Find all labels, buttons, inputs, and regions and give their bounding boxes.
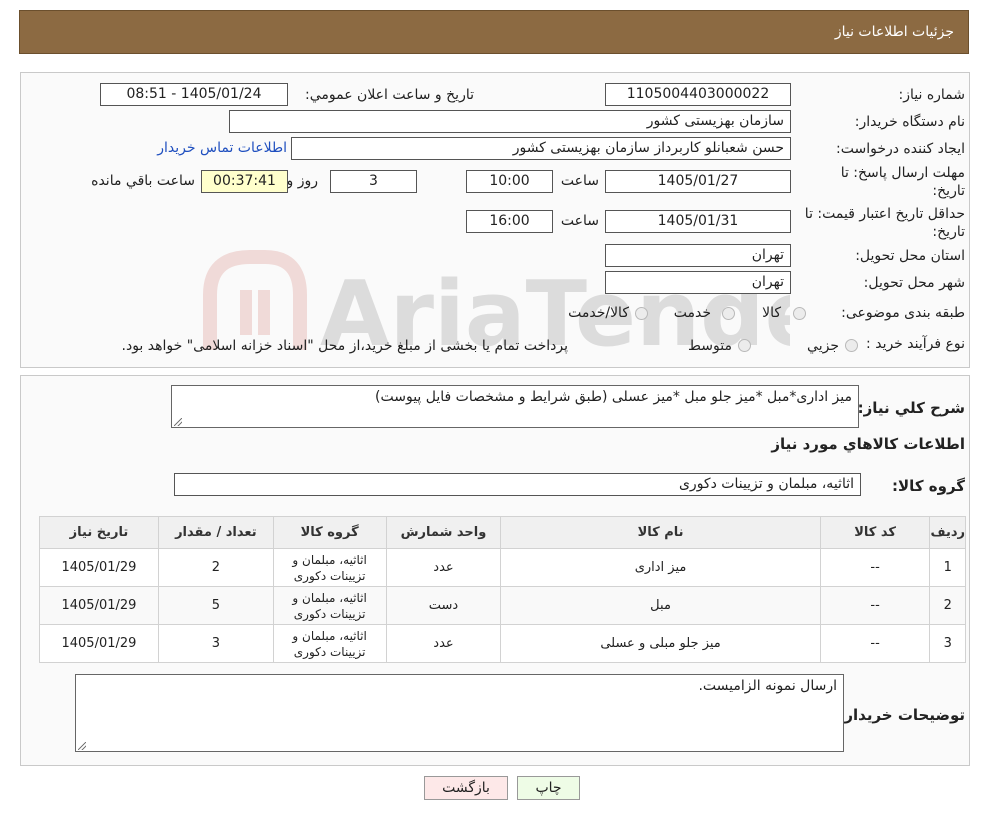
buyer-notes-text: ارسال نمونه الزامیست.	[698, 678, 837, 694]
process-radio-medium[interactable]	[738, 339, 751, 352]
category-radio-goods[interactable]	[793, 307, 806, 320]
cell-item-name: میز اداری	[500, 548, 821, 587]
buyer-notes-textarea[interactable]: ارسال نمونه الزامیست.	[75, 674, 844, 752]
need-number-field: 1105004403000022	[605, 83, 791, 106]
col-header-quantity: تعداد / مقدار	[157, 516, 274, 549]
reply-date-field: 1405/01/27	[605, 170, 791, 193]
cell-item-name: مبل	[500, 586, 821, 625]
buyer-org-field: سازمان بهزیستی کشور	[229, 110, 791, 133]
col-header-need-date: تاريخ نياز	[39, 516, 159, 549]
remaining-time-label: ساعت باقي مانده	[91, 173, 195, 189]
category-radio-service[interactable]	[722, 307, 735, 320]
cell-row-number: 2	[929, 586, 966, 625]
description-label: شرح کلي نياز:	[857, 399, 965, 417]
category-service-label: خدمت	[673, 305, 711, 321]
cell-item-code: --	[819, 586, 931, 625]
cell-unit: عدد	[385, 624, 502, 663]
items-table: رديف کد کالا نام کالا واحد شمارش گروه کا…	[39, 516, 966, 663]
cell-item-group: اثاثیه، مبلمان و تزیینات دکوری	[272, 624, 387, 663]
cell-row-number: 1	[929, 548, 966, 587]
category-radio-goods-service[interactable]	[635, 307, 648, 320]
goods-info-title: اطلاعات کالاهاي مورد نياز	[771, 435, 965, 453]
process-minor-label: جزيي	[807, 338, 839, 354]
reply-time-field: 10:00	[466, 170, 553, 193]
category-goods-label: کالا	[762, 305, 781, 321]
col-header-item-name: نام کالا	[500, 516, 821, 549]
buyer-notes-label: توضيحات خريدار:	[838, 706, 965, 724]
min-validity-label-2: تاريخ:	[932, 224, 965, 240]
col-header-unit: واحد شمارش	[385, 516, 502, 549]
col-header-item-code: کد کالا	[819, 516, 931, 549]
validity-time-field: 16:00	[466, 210, 553, 233]
cell-quantity: 5	[157, 586, 274, 625]
cell-need-date: 1405/01/29	[39, 624, 159, 663]
cell-need-date: 1405/01/29	[39, 586, 159, 625]
page-header: جزئیات اطلاعات نیاز	[19, 10, 969, 54]
city-field: تهران	[605, 271, 791, 294]
cell-item-group: اثاثیه، مبلمان و تزیینات دکوری	[272, 548, 387, 587]
validity-time-label: ساعت	[560, 213, 599, 229]
resize-grip-icon[interactable]	[174, 418, 182, 426]
cell-quantity: 3	[157, 624, 274, 663]
table-row: 1 -- میز اداری عدد اثاثیه، مبلمان و تزیی…	[39, 548, 966, 587]
reply-deadline-label-2: تاريخ:	[932, 183, 965, 199]
cell-item-group: اثاثیه، مبلمان و تزیینات دکوری	[272, 586, 387, 625]
category-label: طبقه بندی موضوعی:	[841, 305, 965, 321]
remaining-time-field: 00:37:41	[201, 170, 288, 193]
process-medium-label: متوسط	[688, 338, 732, 354]
cell-quantity: 2	[157, 548, 274, 587]
announce-datetime-label: تاریخ و ساعت اعلان عمومي:	[305, 87, 474, 103]
cell-need-date: 1405/01/29	[39, 548, 159, 587]
creator-field: حسن شعبانلو کاربرداز سازمان بهزیستی کشور	[291, 137, 791, 160]
print-button[interactable]: چاپ	[517, 776, 580, 800]
cell-unit: دست	[385, 586, 502, 625]
province-field: تهران	[605, 244, 791, 267]
creator-label: ايجاد کننده درخواست:	[836, 141, 965, 157]
goods-group-field: اثاثیه، مبلمان و تزیینات دکوری	[174, 473, 861, 496]
days-field: 3	[330, 170, 417, 193]
cell-item-code: --	[819, 624, 931, 663]
process-type-label: نوع فرآيند خريد :	[866, 336, 965, 352]
validity-date-field: 1405/01/31	[605, 210, 791, 233]
description-textarea[interactable]: میز اداری*مبل *میز جلو مبل *میز عسلی (طب…	[171, 385, 859, 428]
page-title: جزئیات اطلاعات نیاز	[834, 24, 954, 40]
buyer-contact-link[interactable]: اطلاعات تماس خريدار	[157, 140, 287, 156]
reply-time-label: ساعت	[560, 173, 599, 189]
table-header-row: رديف کد کالا نام کالا واحد شمارش گروه کا…	[39, 516, 966, 549]
cell-item-name: میز جلو مبلی و عسلی	[500, 624, 821, 663]
province-label: استان محل تحويل:	[855, 248, 965, 264]
days-label: روز و	[286, 173, 319, 189]
col-header-item-group: گروه کالا	[272, 516, 387, 549]
table-row: 3 -- میز جلو مبلی و عسلی عدد اثاثیه، مبل…	[39, 624, 966, 663]
col-header-row-number: رديف	[929, 516, 966, 549]
goods-group-label: گروه کالا:	[892, 477, 965, 495]
need-number-label: شماره نیاز:	[898, 87, 966, 103]
cell-unit: عدد	[385, 548, 502, 587]
resize-grip-icon[interactable]	[78, 742, 86, 750]
reply-deadline-label: مهلت ارسال پاسخ: تا	[840, 165, 965, 181]
city-label: شهر محل تحويل:	[863, 275, 965, 291]
buyer-org-label: نام دستگاه خريدار:	[854, 114, 965, 130]
process-radio-minor[interactable]	[845, 339, 858, 352]
cell-row-number: 3	[929, 624, 966, 663]
cell-item-code: --	[819, 548, 931, 587]
announce-datetime-field: 1405/01/24 - 08:51	[100, 83, 288, 106]
category-goods-service-label: کالا/خدمت	[568, 305, 629, 321]
description-text: میز اداری*مبل *میز جلو مبل *میز عسلی (طب…	[375, 389, 852, 405]
min-validity-label: حداقل تاريخ اعتبار قيمت: تا	[804, 206, 965, 222]
process-note: پرداخت تمام يا بخشی از مبلغ خريد،از محل …	[121, 338, 568, 354]
table-row: 2 -- مبل دست اثاثیه، مبلمان و تزیینات دک…	[39, 586, 966, 625]
return-button[interactable]: بازگشت	[424, 776, 508, 800]
